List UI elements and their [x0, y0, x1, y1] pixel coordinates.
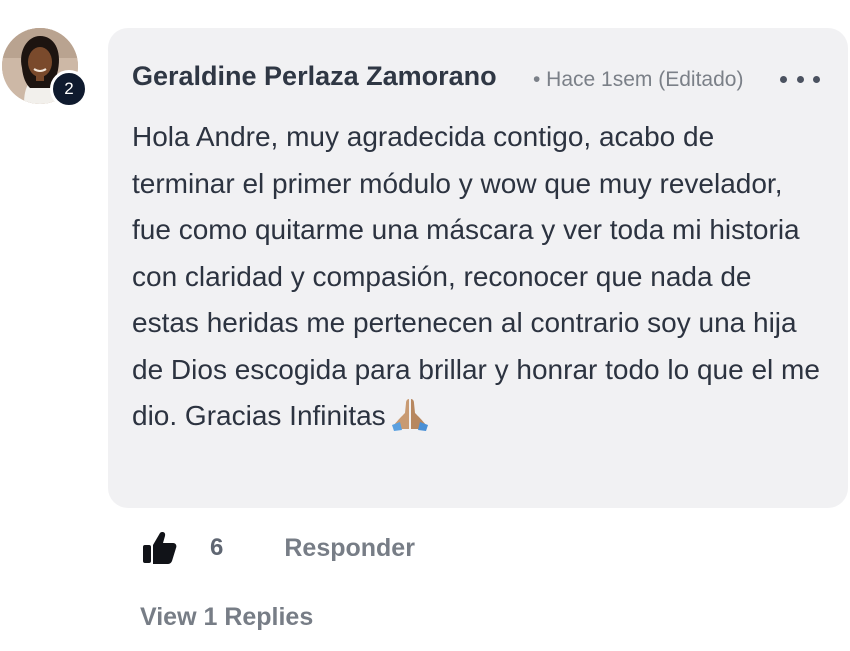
comment-body: Hola Andre, muy agradecida contigo, acab… — [132, 114, 822, 440]
view-replies-link[interactable]: View 1 Replies — [140, 603, 313, 632]
comment-thread: 2 Geraldine Perlaza Zamorano • Hace 1sem… — [0, 0, 850, 651]
comment-actions: 6 Responder — [140, 526, 415, 570]
more-options-icon[interactable] — [780, 68, 820, 90]
comment-body-text: Hola Andre, muy agradecida contigo, acab… — [132, 121, 820, 431]
comment-meta: • Hace 1sem (Editado) — [533, 68, 744, 91]
author-name[interactable]: Geraldine Perlaza Zamorano — [132, 61, 497, 92]
comment-bubble: Geraldine Perlaza Zamorano • Hace 1sem (… — [108, 28, 848, 508]
level-badge: 2 — [50, 70, 88, 108]
praying-hands-icon — [391, 399, 428, 431]
like-count: 6 — [210, 534, 224, 561]
reply-button[interactable]: Responder — [284, 534, 415, 563]
thumbs-up-icon[interactable] — [140, 529, 178, 567]
